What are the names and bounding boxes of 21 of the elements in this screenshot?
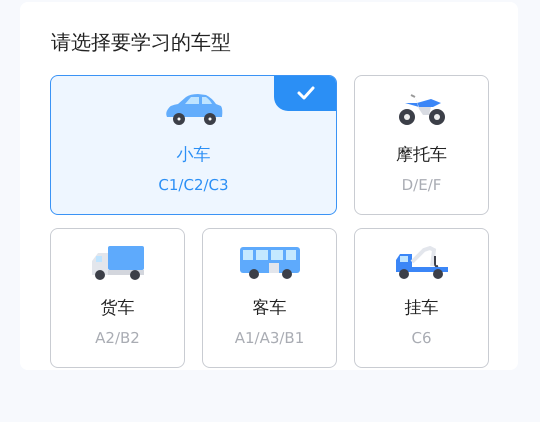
- vehicle-option[interactable]: 客车 A1/A3/B1: [202, 228, 337, 368]
- vehicle-name: 挂车: [404, 297, 438, 319]
- tow-truck-icon: [394, 246, 450, 280]
- license-codes: A1/A3/B1: [234, 329, 304, 347]
- license-codes: D/E/F: [402, 176, 442, 194]
- vehicle-name: 摩托车: [396, 144, 447, 166]
- motorcycle-icon: [396, 93, 446, 127]
- vehicle-option[interactable]: 挂车 C6: [354, 228, 489, 368]
- bus-icon: [238, 246, 300, 280]
- vehicle-name: 小车: [176, 144, 210, 166]
- vehicle-option[interactable]: 摩托车 D/E/F: [354, 75, 489, 215]
- check-icon: [274, 76, 336, 111]
- vehicle-name: 货车: [100, 297, 134, 319]
- vehicle-name: 客车: [252, 297, 286, 319]
- license-codes: C1/C2/C3: [158, 176, 229, 194]
- truck-icon: [90, 245, 146, 281]
- license-codes: C6: [411, 329, 432, 347]
- vehicle-option[interactable]: 货车 A2/B2: [50, 228, 185, 368]
- car-icon: [164, 93, 224, 127]
- page-title: 请选择要学习的车型: [51, 29, 231, 56]
- license-codes: A2/B2: [95, 329, 140, 347]
